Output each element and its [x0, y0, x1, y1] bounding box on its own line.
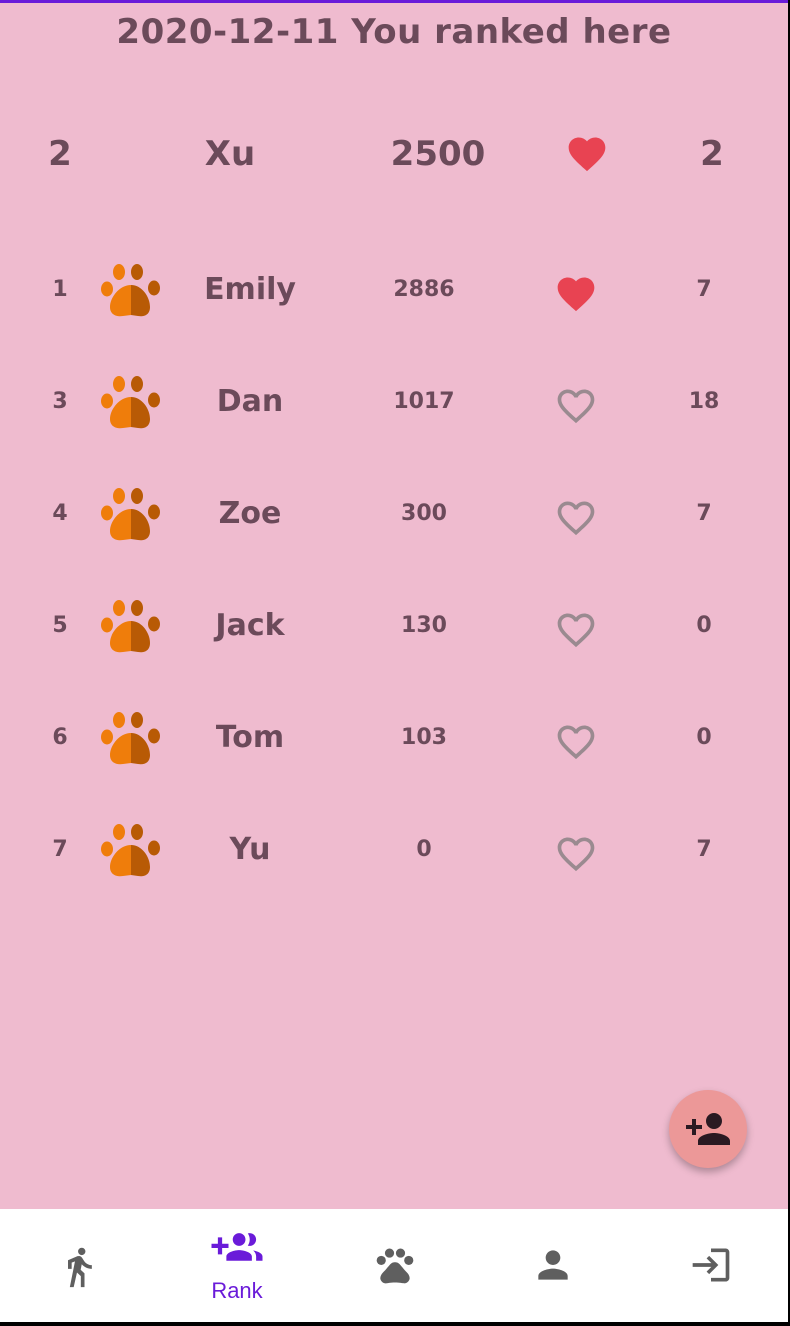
heart-outline-icon[interactable] [554, 608, 598, 652]
heart-outline-icon[interactable] [554, 832, 598, 876]
player-score: 2886 [393, 277, 455, 302]
group-add-icon [211, 1233, 263, 1261]
add-friend-button[interactable] [669, 1090, 747, 1168]
nav-item-rank[interactable]: Rank [158, 1209, 316, 1322]
walk-icon [68, 1247, 92, 1288]
list-item[interactable]: 1 Emily 2886 7 [0, 250, 788, 330]
my-rank: 2 [48, 134, 72, 174]
player-name: Tom [215, 720, 285, 755]
bottom-navigation: Rank [0, 1209, 788, 1322]
player-name: Jack [215, 608, 285, 643]
nav-label-rank: Rank [211, 1278, 263, 1303]
player-name: Zoe [218, 496, 282, 531]
list-item[interactable]: 3 Dan 1017 18 [0, 362, 788, 442]
player-name: Yu [229, 832, 271, 867]
rank-number: 1 [52, 277, 68, 302]
like-count: 0 [696, 725, 712, 750]
player-score: 1017 [393, 389, 455, 414]
list-item[interactable]: 4 Zoe 300 7 [0, 474, 788, 554]
my-score: 2500 [390, 134, 486, 174]
heart-filled-icon[interactable] [554, 272, 598, 316]
rank-number: 7 [52, 837, 68, 862]
list-item[interactable]: 6 Tom 103 0 [0, 698, 788, 778]
login-icon [692, 1248, 730, 1282]
rank-screen: 2020-12-11 You ranked here 2 Xu 2500 2 1… [0, 0, 788, 1322]
my-name: Xu [204, 134, 256, 174]
my-rank-row: 2 Xu 2500 2 [0, 128, 788, 180]
player-score: 103 [401, 725, 447, 750]
rank-number: 5 [52, 613, 68, 638]
paw-icon [101, 376, 160, 429]
player-score: 0 [416, 837, 432, 862]
paw-icon [376, 1248, 414, 1284]
player-name: Dan [216, 384, 284, 419]
like-count: 18 [688, 389, 720, 414]
player-score: 130 [401, 613, 447, 638]
rank-number: 4 [52, 501, 68, 526]
heart-outline-icon[interactable] [554, 496, 598, 540]
paw-icon [101, 824, 160, 877]
like-count: 7 [696, 837, 712, 862]
heart-filled-icon[interactable] [565, 132, 609, 176]
page-title: 2020-12-11 You ranked here [116, 12, 672, 52]
heart-outline-icon[interactable] [554, 720, 598, 764]
heart-outline-icon[interactable] [554, 384, 598, 428]
like-count: 7 [696, 277, 712, 302]
rank-number: 3 [52, 389, 68, 414]
player-score: 300 [401, 501, 447, 526]
list-item[interactable]: 5 Jack 130 0 [0, 586, 788, 666]
person-add-icon [686, 1113, 730, 1145]
like-count: 0 [696, 613, 712, 638]
rank-number: 6 [52, 725, 68, 750]
nav-item-pet[interactable] [316, 1209, 474, 1322]
nav-item-walk[interactable] [0, 1209, 158, 1322]
my-likes: 2 [700, 134, 724, 174]
person-icon [538, 1250, 568, 1280]
paw-icon [101, 264, 160, 317]
like-count: 7 [696, 501, 712, 526]
nav-item-profile[interactable] [474, 1209, 632, 1322]
paw-icon [101, 712, 160, 765]
player-name: Emily [204, 272, 296, 307]
nav-item-login[interactable] [632, 1209, 788, 1322]
top-accent-line [0, 0, 788, 3]
paw-icon [101, 600, 160, 653]
list-item[interactable]: 7 Yu 0 7 [0, 810, 788, 890]
paw-icon [101, 488, 160, 541]
